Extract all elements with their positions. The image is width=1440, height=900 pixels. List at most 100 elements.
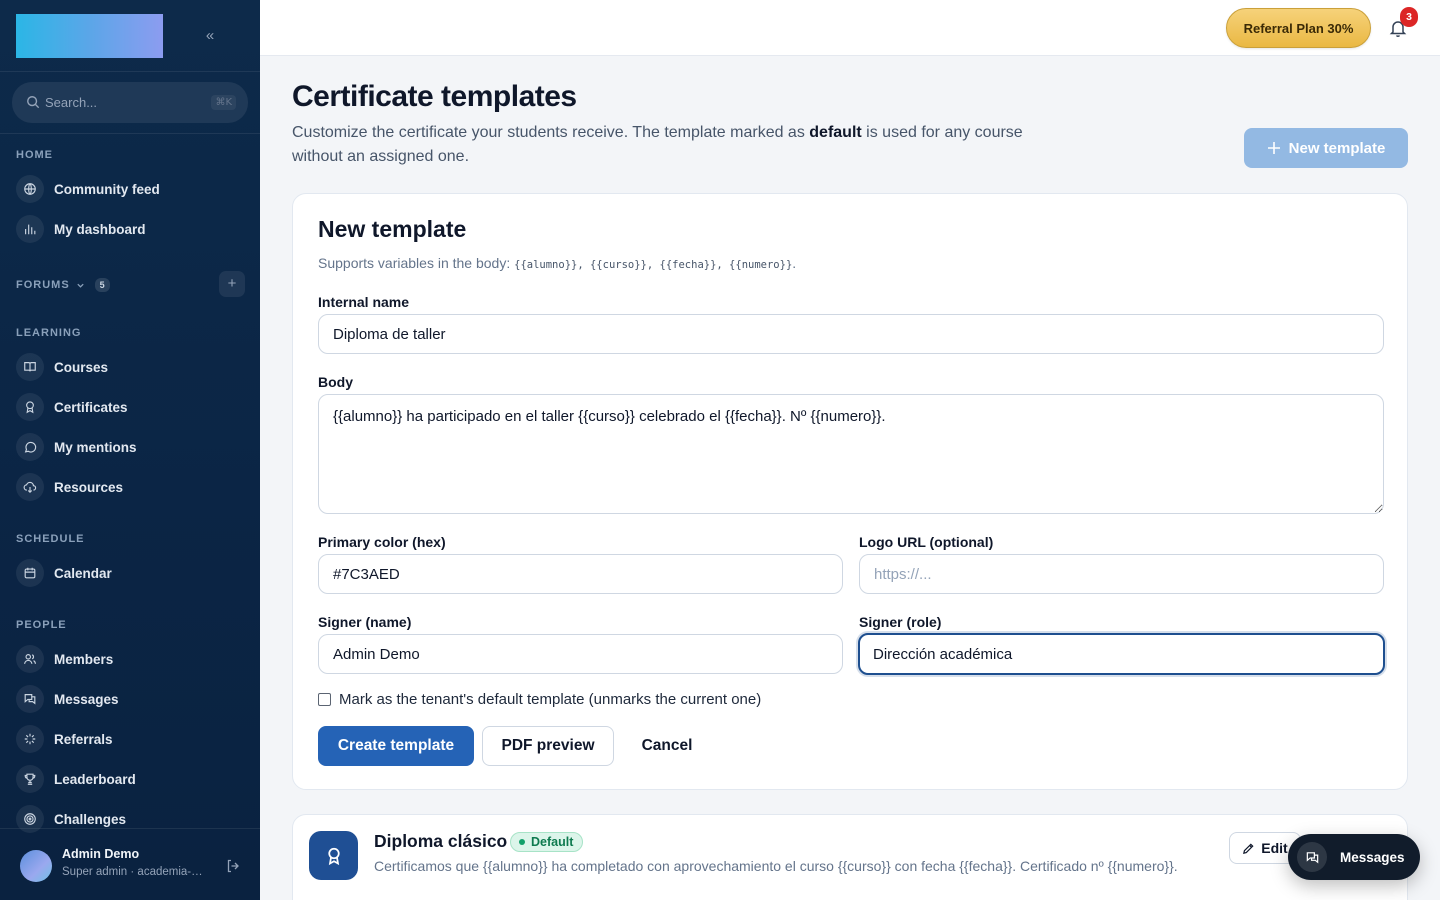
user-profile[interactable]: Admin Demo Super admin · academia-demo bbox=[0, 828, 260, 900]
calendar-icon bbox=[16, 559, 44, 587]
sidebar-item-my-mentions[interactable]: My mentions bbox=[16, 432, 244, 462]
signer-name-input[interactable] bbox=[318, 634, 843, 674]
sidebar-item-label: Referrals bbox=[54, 731, 113, 747]
sidebar-item-certificates[interactable]: Certificates bbox=[16, 392, 244, 422]
search-shortcut: ⌘K bbox=[211, 95, 236, 110]
template-variables: {{alumno}}, {{curso}}, {{fecha}}, {{nume… bbox=[514, 259, 793, 271]
sidebar-item-label: Challenges bbox=[54, 811, 127, 827]
collapse-sidebar-icon[interactable]: « bbox=[200, 26, 220, 46]
sidebar-search[interactable]: ⌘K bbox=[12, 82, 248, 123]
sidebar-item-label: Calendar bbox=[54, 565, 112, 581]
default-template-checkbox-label: Mark as the tenant's default template (u… bbox=[339, 691, 762, 708]
sparkle-icon bbox=[16, 725, 44, 753]
sidebar-item-my-dashboard[interactable]: My dashboard bbox=[16, 214, 244, 244]
book-open-icon bbox=[16, 353, 44, 381]
chevron-down-icon bbox=[77, 283, 84, 288]
sidebar-item-community-feed[interactable]: Community feed bbox=[16, 174, 244, 204]
form-title: New template bbox=[318, 216, 467, 242]
primary-color-label: Primary color (hex) bbox=[318, 534, 446, 550]
default-template-checkbox-row[interactable]: Mark as the tenant's default template (u… bbox=[318, 691, 761, 708]
signer-role-input[interactable] bbox=[858, 633, 1385, 675]
section-forums-label: FORUMS bbox=[16, 279, 70, 291]
sidebar-item-label: Messages bbox=[54, 691, 119, 707]
bar-chart-icon bbox=[16, 215, 44, 243]
internal-name-label: Internal name bbox=[318, 294, 410, 310]
new-template-button[interactable]: New template bbox=[1244, 128, 1408, 168]
signer-name-label: Signer (name) bbox=[318, 614, 412, 630]
sidebar-item-label: Resources bbox=[54, 479, 124, 495]
sidebar-item-label: Community feed bbox=[54, 181, 160, 197]
search-input[interactable] bbox=[45, 82, 205, 123]
template-card: Diploma clásico Default Certificamos que… bbox=[292, 814, 1408, 900]
form-subtitle-suffix: . bbox=[792, 255, 797, 271]
avatar bbox=[20, 850, 52, 882]
sidebar-search-area: ⌘K bbox=[0, 72, 260, 134]
sidebar-item-members[interactable]: Members bbox=[16, 644, 244, 674]
logo-url-label: Logo URL (optional) bbox=[859, 534, 994, 550]
section-home-label: HOME bbox=[16, 149, 53, 161]
create-template-button[interactable]: Create template bbox=[318, 726, 474, 766]
globe-icon bbox=[16, 175, 44, 203]
user-name: Admin Demo bbox=[62, 847, 140, 861]
cancel-button[interactable]: Cancel bbox=[622, 726, 712, 766]
signer-role-label: Signer (role) bbox=[859, 614, 942, 630]
body-textarea[interactable]: {{alumno}} ha participado en el taller {… bbox=[318, 394, 1384, 514]
section-people-label: PEOPLE bbox=[16, 619, 67, 631]
status-badge: Default bbox=[510, 832, 584, 852]
sidebar-item-label: Members bbox=[54, 651, 114, 667]
message-circle-icon bbox=[16, 433, 44, 461]
messages-icon bbox=[16, 685, 44, 713]
award-icon bbox=[16, 393, 44, 421]
notification-count-badge: 3 bbox=[1400, 7, 1418, 27]
user-role: Super admin · academia-demo bbox=[62, 866, 207, 878]
users-icon bbox=[16, 645, 44, 673]
sidebar-item-label: My mentions bbox=[54, 439, 137, 455]
form-subtitle: Supports variables in the body: {{alumno… bbox=[318, 255, 796, 271]
cloud-download-icon bbox=[16, 473, 44, 501]
sidebar-item-courses[interactable]: Courses bbox=[16, 352, 244, 382]
logout-icon[interactable] bbox=[225, 858, 241, 874]
award-icon bbox=[309, 831, 358, 880]
internal-name-input[interactable] bbox=[318, 314, 1384, 354]
sidebar-brand: « bbox=[0, 0, 260, 72]
new-template-label: New template bbox=[1288, 139, 1386, 157]
pencil-icon bbox=[1243, 842, 1254, 854]
sidebar-item-calendar[interactable]: Calendar bbox=[16, 558, 244, 588]
add-forum-button[interactable]: + bbox=[219, 271, 245, 297]
page-desc-bold: default bbox=[809, 124, 862, 141]
section-learning-label: LEARNING bbox=[16, 327, 82, 339]
sidebar-item-label: Certificates bbox=[54, 399, 128, 415]
sidebar-item-resources[interactable]: Resources bbox=[16, 472, 244, 502]
primary-color-input[interactable] bbox=[318, 554, 843, 594]
page-title: Certificate templates bbox=[292, 80, 577, 113]
plus-icon bbox=[1267, 142, 1280, 154]
forums-section-toggle[interactable]: FORUMS 5 bbox=[16, 278, 110, 292]
default-badge-label: Default bbox=[531, 835, 574, 849]
search-icon bbox=[27, 96, 40, 109]
sidebar-item-leaderboard[interactable]: Leaderboard bbox=[16, 764, 244, 794]
messages-fab[interactable]: Messages bbox=[1288, 834, 1420, 880]
referral-plan-button[interactable]: Referral Plan 30% bbox=[1226, 8, 1371, 48]
topbar: Referral Plan 30% 3 bbox=[260, 0, 1440, 56]
template-body-preview: Certificamos que {{alumno}} ha completad… bbox=[374, 858, 1178, 874]
sidebar-item-messages[interactable]: Messages bbox=[16, 684, 244, 714]
page-description: Customize the certificate your students … bbox=[292, 121, 1052, 169]
template-name: Diploma clásico bbox=[374, 831, 508, 851]
new-template-form: New template Supports variables in the b… bbox=[292, 193, 1408, 790]
default-template-checkbox[interactable] bbox=[318, 693, 331, 706]
logo-url-input[interactable] bbox=[859, 554, 1384, 594]
messages-icon bbox=[1297, 842, 1327, 872]
sidebar: « ⌘K HOME Community feed My dashboard FO… bbox=[0, 0, 260, 900]
section-schedule-label: SCHEDULE bbox=[16, 533, 85, 545]
form-subtitle-text: Supports variables in the body: bbox=[318, 255, 515, 271]
sidebar-item-label: Courses bbox=[54, 359, 109, 375]
forums-count-badge: 5 bbox=[94, 278, 110, 292]
page-desc-text: Customize the certificate your students … bbox=[292, 124, 810, 141]
brand-logo[interactable] bbox=[16, 14, 163, 58]
pdf-preview-button[interactable]: PDF preview bbox=[482, 726, 614, 766]
sidebar-item-referrals[interactable]: Referrals bbox=[16, 724, 244, 754]
messages-fab-label: Messages bbox=[1340, 849, 1405, 865]
edit-label: Edit bbox=[1261, 840, 1288, 856]
sidebar-item-label: My dashboard bbox=[54, 221, 146, 237]
status-dot bbox=[519, 839, 525, 845]
